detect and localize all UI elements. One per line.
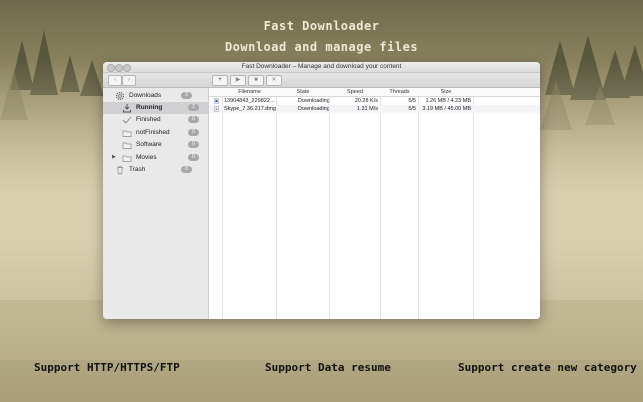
pause-button[interactable]: ▶ [230,75,246,86]
stop-icon: ■ [254,77,258,83]
sidebar-item-label: Movies [136,154,157,161]
column-header-size[interactable]: Size [419,88,473,96]
column-header-threads[interactable]: Threads [381,88,418,96]
column-divider [276,88,277,319]
count-badge: 2 [188,104,199,111]
sidebar-item-running[interactable]: Running 2 [103,102,208,114]
folder-icon [122,142,132,149]
table-row[interactable]: 13904843_229822... Downloading 20.28 K/s… [209,97,540,105]
column-divider [222,88,223,319]
add-download-button[interactable]: + [212,75,228,86]
feature-category: Support create new category [458,361,637,374]
sidebar-item-label: Running [136,104,163,111]
remove-button[interactable]: ✕ [266,75,282,86]
cell-threads: 5/5 [408,106,416,112]
file-icon [214,106,219,112]
stop-button[interactable]: ■ [248,75,264,86]
count-badge: 0 [188,116,199,123]
cell-state: Downloading [298,98,329,104]
disclosure-triangle-icon[interactable]: ▶ [112,154,116,160]
folder-icon [122,155,132,162]
folder-icon [122,130,132,137]
forward-button[interactable]: › [122,75,136,86]
cell-filename: 13904843_229822... [224,98,275,104]
table-row[interactable]: Skype_7.36.217.dmg Downloading 1.31 M/s … [209,105,540,113]
remove-label: ✕ [271,77,277,83]
sidebar-item-label: Downloads [129,92,162,99]
sidebar-item-downloads[interactable]: Downloads 2 [103,90,208,102]
count-badge: 0 [188,141,199,148]
toolbar: ‹ › + ▶ ■ ✕ [103,73,540,88]
window-title: Fast Downloader – Manage and download yo… [241,63,402,70]
sidebar-item-finished[interactable]: Finished 0 [103,114,208,126]
promo-title: Fast Downloader [263,19,380,33]
sidebar-item-label: Finished [136,116,161,123]
column-divider [380,88,381,319]
title-bar: Fast Downloader – Manage and download yo… [103,62,540,73]
pause-icon: ▶ [235,77,241,83]
promo-subtitle: Download and manage files [224,40,419,54]
cell-speed: 20.28 K/s [354,98,378,104]
download-icon [123,104,131,113]
count-badge: 0 [188,129,199,136]
feature-protocols: Support HTTP/HTTPS/FTP [34,361,180,374]
column-divider [329,88,330,319]
gear-icon [115,91,125,101]
cell-size: 1.26 MB / 4.23 MB [425,98,471,104]
chevron-left-icon: ‹ [114,77,116,83]
sidebar-item-movies[interactable]: ▶ Movies 0 [103,152,208,164]
sidebar-item-label: notFinished [136,129,170,136]
chevron-right-icon: › [128,77,130,83]
table-header: Filename State Speed Threads Size [209,88,540,97]
cell-size: 3.19 MB / 45.00 MB [422,106,471,112]
cell-filename: Skype_7.36.217.dmg [224,106,276,112]
count-badge: 0 [181,166,192,173]
sidebar-item-label: Trash [129,166,146,173]
file-icon [214,98,219,104]
column-header-speed[interactable]: Speed [330,88,380,96]
count-badge: 2 [181,92,192,99]
count-badge: 0 [188,154,199,161]
back-button[interactable]: ‹ [108,75,122,86]
checkmark-icon [122,116,132,124]
sidebar-item-software[interactable]: Software 0 [103,139,208,151]
feature-resume: Support Data resume [265,361,391,374]
app-window: Fast Downloader – Manage and download yo… [103,62,540,319]
column-divider [473,88,474,319]
cell-speed: 1.31 M/s [356,106,378,112]
cell-state: Downloading [298,106,329,112]
downloads-table: Filename State Speed Threads Size 139048… [209,88,540,319]
column-header-state[interactable]: State [277,88,329,96]
sidebar-item-notfinished[interactable]: notFinished 0 [103,127,208,139]
column-divider [418,88,419,319]
add-label: + [218,77,222,83]
column-header-filename[interactable]: Filename [223,88,276,96]
sidebar: Downloads 2 Running 2 Finished 0 notFini… [103,88,209,319]
sidebar-item-label: Software [136,141,162,148]
trash-icon [117,166,123,175]
cell-threads: 5/5 [408,98,416,104]
sidebar-item-trash[interactable]: Trash 0 [103,164,208,176]
